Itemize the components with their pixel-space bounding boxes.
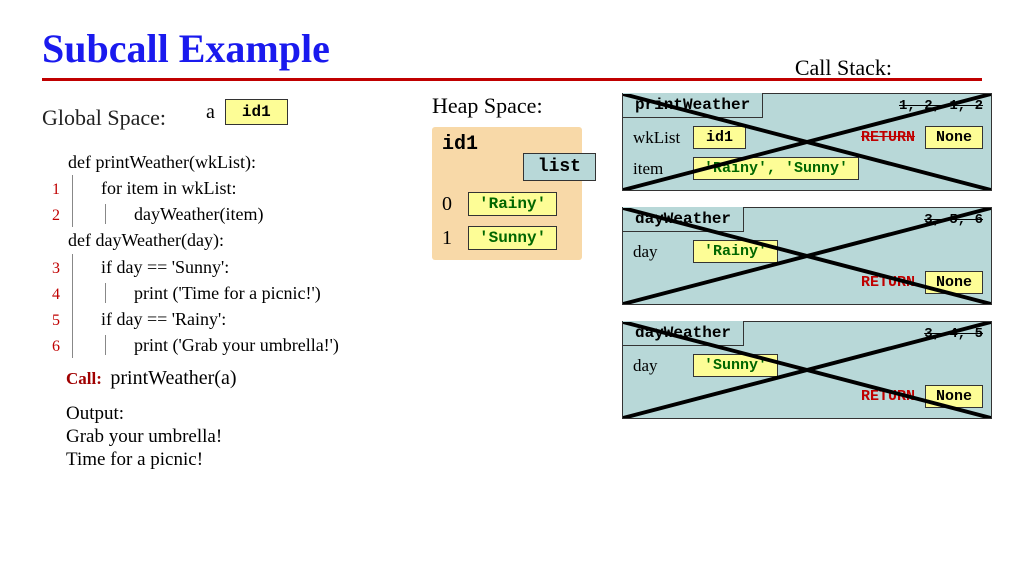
frame-var-day-1: day <box>633 242 683 262</box>
heap-object: id1 list 0 'Rainy' 1 'Sunny' <box>432 127 582 260</box>
content-area: Global Space: a id1 def printWeather(wkL… <box>0 81 1024 472</box>
global-var-id-box: id1 <box>225 99 288 125</box>
call-expr: printWeather(a) <box>110 367 236 389</box>
lineno-1: 1 <box>42 178 60 201</box>
stack-frame-dayweather-2: dayWeather 3, 4, 5 day 'Sunny' RETURN No… <box>622 321 992 419</box>
call-label: Call: <box>66 369 102 388</box>
frame-var-item: item <box>633 159 683 179</box>
frame-val-day-1: 'Rainy' <box>693 240 778 263</box>
heap-type-tag: list <box>523 153 596 181</box>
lineno-4: 4 <box>42 283 60 306</box>
return-label-2: RETURN <box>861 388 915 405</box>
code-l6: print ('Grab your umbrella!') <box>134 335 339 355</box>
lineno-3: 3 <box>42 257 60 280</box>
heap-val-0: 'Rainy' <box>468 192 557 216</box>
frame-nums-2: 3, 4, 5 <box>924 326 983 342</box>
frame-val-day-2: 'Sunny' <box>693 354 778 377</box>
lineno-2: 2 <box>42 204 60 227</box>
stack-frame-printweather: printWeather 1, 2, 1, 2 wkList id1 RETUR… <box>622 93 992 191</box>
output-line-2: Time for a picnic! <box>66 449 422 472</box>
output-label: Output: <box>66 403 422 426</box>
heap-idx-0: 0 <box>442 193 460 216</box>
code-l3: if day == 'Sunny': <box>101 257 229 277</box>
code-l2: dayWeather(item) <box>134 204 263 224</box>
global-var-name: a <box>206 101 215 124</box>
frame-name-0: printWeather <box>622 93 763 118</box>
call-stack-column: Call Stack: printWeather 1, 2, 1, 2 wkLi… <box>622 93 1002 472</box>
frame-row: day 'Rainy' <box>633 240 983 263</box>
frame-row: day 'Sunny' <box>633 354 983 377</box>
lineno-6: 6 <box>42 335 60 358</box>
frame-name-1: dayWeather <box>622 207 744 232</box>
frame-nums-1: 3, 5, 6 <box>924 212 983 228</box>
code-block: def printWeather(wkList): 1 for item in w… <box>42 149 422 472</box>
heap-column: Heap Space: id1 list 0 'Rainy' 1 'Sunny' <box>422 93 622 472</box>
output-line-1: Grab your umbrella! <box>66 426 422 449</box>
frame-row: wkList id1 RETURN None <box>633 126 983 149</box>
output-block: Output: Grab your umbrella! Time for a p… <box>66 403 422 471</box>
frame-row: RETURN None <box>633 385 983 408</box>
heap-idx-1: 1 <box>442 227 460 250</box>
frame-val-id1: id1 <box>693 126 746 149</box>
frame-row: item 'Rainy', 'Sunny' <box>633 157 983 180</box>
heap-row-1: 1 'Sunny' <box>442 226 574 250</box>
left-column: Global Space: a id1 def printWeather(wkL… <box>42 93 422 472</box>
heap-space-label: Heap Space: <box>432 93 622 119</box>
call-stack-label: Call Stack: <box>795 55 892 81</box>
heap-row-0: 0 'Rainy' <box>442 192 574 216</box>
heap-val-1: 'Sunny' <box>468 226 557 250</box>
frame-val-item: 'Rainy', 'Sunny' <box>693 157 859 180</box>
code-def2: def dayWeather(day): <box>68 227 224 253</box>
lineno-5: 5 <box>42 309 60 332</box>
code-def1: def printWeather(wkList): <box>68 149 256 175</box>
code-l1: for item in wkList: <box>101 178 236 198</box>
return-val-0: None <box>925 126 983 149</box>
frame-var-day-2: day <box>633 356 683 376</box>
return-val-1: None <box>925 271 983 294</box>
frame-name-2: dayWeather <box>622 321 744 346</box>
frame-nums-0: 1, 2, 1, 2 <box>899 98 983 114</box>
call-line: Call: printWeather(a) <box>42 364 422 393</box>
return-label-1: RETURN <box>861 274 915 291</box>
frame-row: RETURN None <box>633 271 983 294</box>
code-l4: print ('Time for a picnic!') <box>134 283 321 303</box>
return-val-2: None <box>925 385 983 408</box>
global-space-row: Global Space: a id1 <box>42 93 422 131</box>
return-label-0: RETURN <box>861 129 915 146</box>
frame-var-wklist: wkList <box>633 128 683 148</box>
global-space-label: Global Space: <box>42 105 166 131</box>
code-l5: if day == 'Rainy': <box>101 309 226 329</box>
stack-frame-dayweather-1: dayWeather 3, 5, 6 day 'Rainy' RETURN No… <box>622 207 992 305</box>
